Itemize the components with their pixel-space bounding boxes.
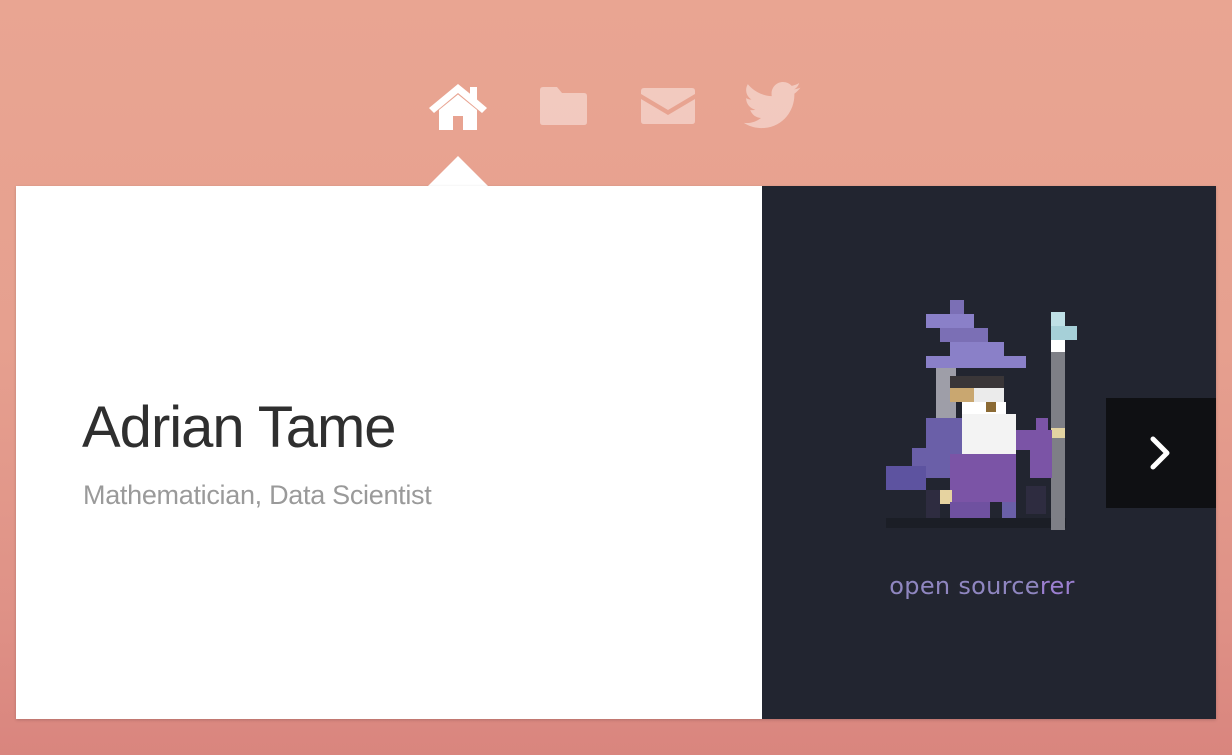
caption-highlight: rer [1039, 572, 1075, 600]
nav-projects[interactable] [531, 78, 595, 134]
project-slide: open sourcerer [762, 186, 1216, 719]
nav-twitter[interactable] [741, 78, 805, 134]
slide-caption: open sourcerer [762, 572, 1202, 600]
folder-icon [540, 87, 587, 125]
active-tab-pointer [427, 156, 489, 187]
mail-icon [641, 88, 695, 124]
top-nav [0, 78, 1232, 138]
profile-card: Adrian Tame Mathematician, Data Scientis… [16, 186, 1216, 719]
twitter-icon [744, 82, 801, 129]
home-icon [429, 84, 487, 130]
chevron-right-icon [1150, 436, 1170, 470]
nav-home[interactable] [426, 78, 490, 134]
caption-main: open source [889, 572, 1040, 600]
intro-panel: Adrian Tame Mathematician, Data Scientis… [16, 186, 762, 719]
profile-name: Adrian Tame [82, 395, 397, 460]
profile-subtitle: Mathematician, Data Scientist [83, 480, 432, 510]
pixel-wizard-image [886, 300, 1077, 530]
nav-contact[interactable] [636, 78, 700, 134]
next-slide-button[interactable] [1106, 398, 1216, 508]
